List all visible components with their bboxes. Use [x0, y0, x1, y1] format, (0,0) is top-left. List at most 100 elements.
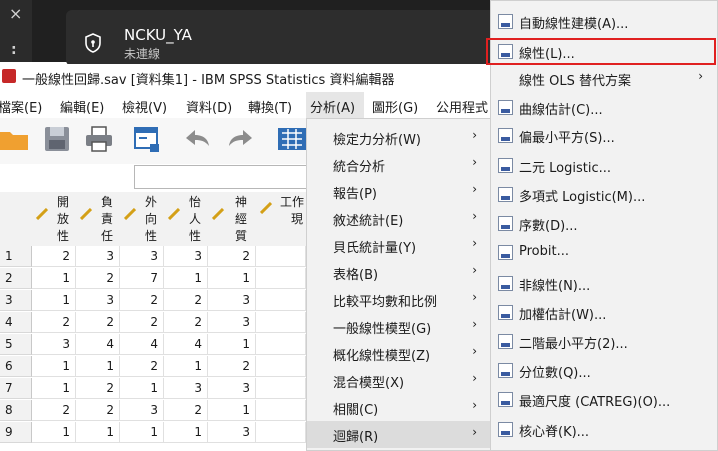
table-cell[interactable]: 2: [164, 312, 208, 333]
table-cell[interactable]: 3: [76, 246, 120, 267]
table-cell[interactable]: 2: [120, 290, 164, 311]
table-cell[interactable]: [256, 290, 306, 311]
table-cell[interactable]: 1: [32, 422, 76, 443]
dialog-recall-icon[interactable]: [132, 124, 162, 154]
table-cell[interactable]: 1: [32, 356, 76, 377]
open-folder-icon[interactable]: [0, 124, 30, 154]
menu-file[interactable]: 檔案(E): [0, 97, 42, 116]
table-cell[interactable]: 1: [32, 290, 76, 311]
table-cell[interactable]: 3: [208, 422, 256, 443]
table-cell[interactable]: 3: [120, 246, 164, 267]
table-cell[interactable]: 1: [208, 400, 256, 421]
table-cell[interactable]: [256, 268, 306, 289]
table-cell[interactable]: 2: [76, 312, 120, 333]
print-icon[interactable]: [84, 124, 114, 154]
row-number[interactable]: 4: [0, 312, 32, 333]
menu-transform[interactable]: 轉換(T): [248, 97, 292, 116]
analyze-menu-item[interactable]: 統合分析 ›: [307, 151, 491, 178]
save-icon[interactable]: [42, 124, 72, 154]
row-number[interactable]: 9: [0, 422, 32, 443]
menu-view[interactable]: 檢視(V): [122, 97, 167, 116]
analyze-menu-item[interactable]: 概化線性模型(Z) ›: [307, 340, 491, 367]
regression-menu-item[interactable]: 序數(D)...: [491, 210, 717, 237]
regression-menu-item[interactable]: 非線性(N)...: [491, 270, 717, 297]
table-cell[interactable]: [256, 312, 306, 333]
table-cell[interactable]: 1: [208, 334, 256, 355]
table-cell[interactable]: 1: [120, 422, 164, 443]
regression-menu-item[interactable]: 二元 Logistic...: [491, 152, 717, 179]
more-options-icon[interactable]: :: [11, 42, 17, 58]
goto-case-icon[interactable]: [276, 124, 306, 154]
table-cell[interactable]: 3: [76, 290, 120, 311]
menu-analyze[interactable]: 分析(A): [310, 97, 355, 116]
table-cell[interactable]: 1: [164, 422, 208, 443]
table-cell[interactable]: 1: [164, 356, 208, 377]
redo-icon[interactable]: [226, 124, 256, 154]
column-header[interactable]: 怡 人 性: [164, 192, 209, 247]
table-cell[interactable]: [256, 400, 306, 421]
row-number[interactable]: 8: [0, 400, 32, 421]
analyze-menu-item[interactable]: 相關(C) ›: [307, 394, 491, 421]
table-cell[interactable]: 2: [120, 356, 164, 377]
table-cell[interactable]: 2: [32, 400, 76, 421]
regression-menu-item[interactable]: 多項式 Logistic(M)...: [491, 181, 717, 208]
table-cell[interactable]: 1: [120, 378, 164, 399]
table-cell[interactable]: 2: [208, 246, 256, 267]
regression-menu-item[interactable]: 偏最小平方(S)...: [491, 122, 717, 149]
table-cell[interactable]: 2: [32, 246, 76, 267]
table-cell[interactable]: 2: [208, 356, 256, 377]
regression-menu-item[interactable]: 曲線估計(C)...: [491, 94, 717, 121]
analyze-menu-item[interactable]: 敘述統計(E) ›: [307, 205, 491, 232]
table-cell[interactable]: 2: [164, 400, 208, 421]
analyze-menu-item[interactable]: 貝氏統計量(Y) ›: [307, 232, 491, 259]
regression-menu-item[interactable]: 二階最小平方(2)...: [491, 328, 717, 355]
regression-menu-item[interactable]: Probit...: [491, 239, 717, 266]
menu-data[interactable]: 資料(D): [186, 97, 232, 116]
table-cell[interactable]: 2: [76, 268, 120, 289]
analyze-menu-item[interactable]: 表格(B) ›: [307, 259, 491, 286]
analyze-menu-item[interactable]: 比較平均數和比例 ›: [307, 286, 491, 313]
analyze-menu-item[interactable]: 檢定力分析(W) ›: [307, 124, 491, 151]
column-header[interactable]: 神 經 質: [208, 192, 257, 247]
close-icon[interactable]: ×: [9, 4, 22, 23]
table-cell[interactable]: 3: [164, 246, 208, 267]
table-cell[interactable]: 3: [164, 378, 208, 399]
regression-menu-item[interactable]: 自動線性建模(A)...: [491, 8, 717, 35]
analyze-menu-item[interactable]: 報告(P) ›: [307, 178, 491, 205]
menu-utilities[interactable]: 公用程式: [436, 97, 488, 116]
row-number[interactable]: 7: [0, 378, 32, 399]
table-cell[interactable]: 2: [164, 290, 208, 311]
table-cell[interactable]: 2: [32, 312, 76, 333]
table-cell[interactable]: 1: [32, 378, 76, 399]
row-number[interactable]: 2: [0, 268, 32, 289]
column-header[interactable]: 工作 現: [256, 192, 307, 247]
table-cell[interactable]: [256, 422, 306, 443]
column-header[interactable]: 負 責 任: [76, 192, 121, 247]
table-cell[interactable]: [256, 246, 306, 267]
table-cell[interactable]: 3: [120, 400, 164, 421]
row-number[interactable]: 5: [0, 334, 32, 355]
regression-menu-item[interactable]: 加權估計(W)...: [491, 299, 717, 326]
table-cell[interactable]: 1: [76, 356, 120, 377]
table-cell[interactable]: [256, 334, 306, 355]
table-cell[interactable]: 2: [120, 312, 164, 333]
table-cell[interactable]: 4: [120, 334, 164, 355]
table-cell[interactable]: 7: [120, 268, 164, 289]
table-cell[interactable]: 3: [208, 290, 256, 311]
menu-edit[interactable]: 編輯(E): [60, 97, 104, 116]
menu-graphs[interactable]: 圖形(G): [372, 97, 418, 116]
undo-icon[interactable]: [182, 124, 212, 154]
column-header[interactable]: 外 向 性: [120, 192, 165, 247]
regression-menu-item[interactable]: 核心脊(K)...: [491, 416, 717, 443]
analyze-menu-item[interactable]: 一般線性模型(G) ›: [307, 313, 491, 340]
row-number[interactable]: 6: [0, 356, 32, 377]
table-cell[interactable]: 1: [76, 422, 120, 443]
row-number[interactable]: 3: [0, 290, 32, 311]
analyze-menu-item[interactable]: 迴歸(R) ›: [307, 421, 491, 448]
table-cell[interactable]: 4: [76, 334, 120, 355]
table-cell[interactable]: 1: [208, 268, 256, 289]
table-cell[interactable]: [256, 356, 306, 377]
table-cell[interactable]: 4: [164, 334, 208, 355]
regression-menu-item[interactable]: 分位數(Q)...: [491, 357, 717, 384]
regression-menu-item[interactable]: 最適尺度 (CATREG)(O)...: [491, 386, 717, 413]
